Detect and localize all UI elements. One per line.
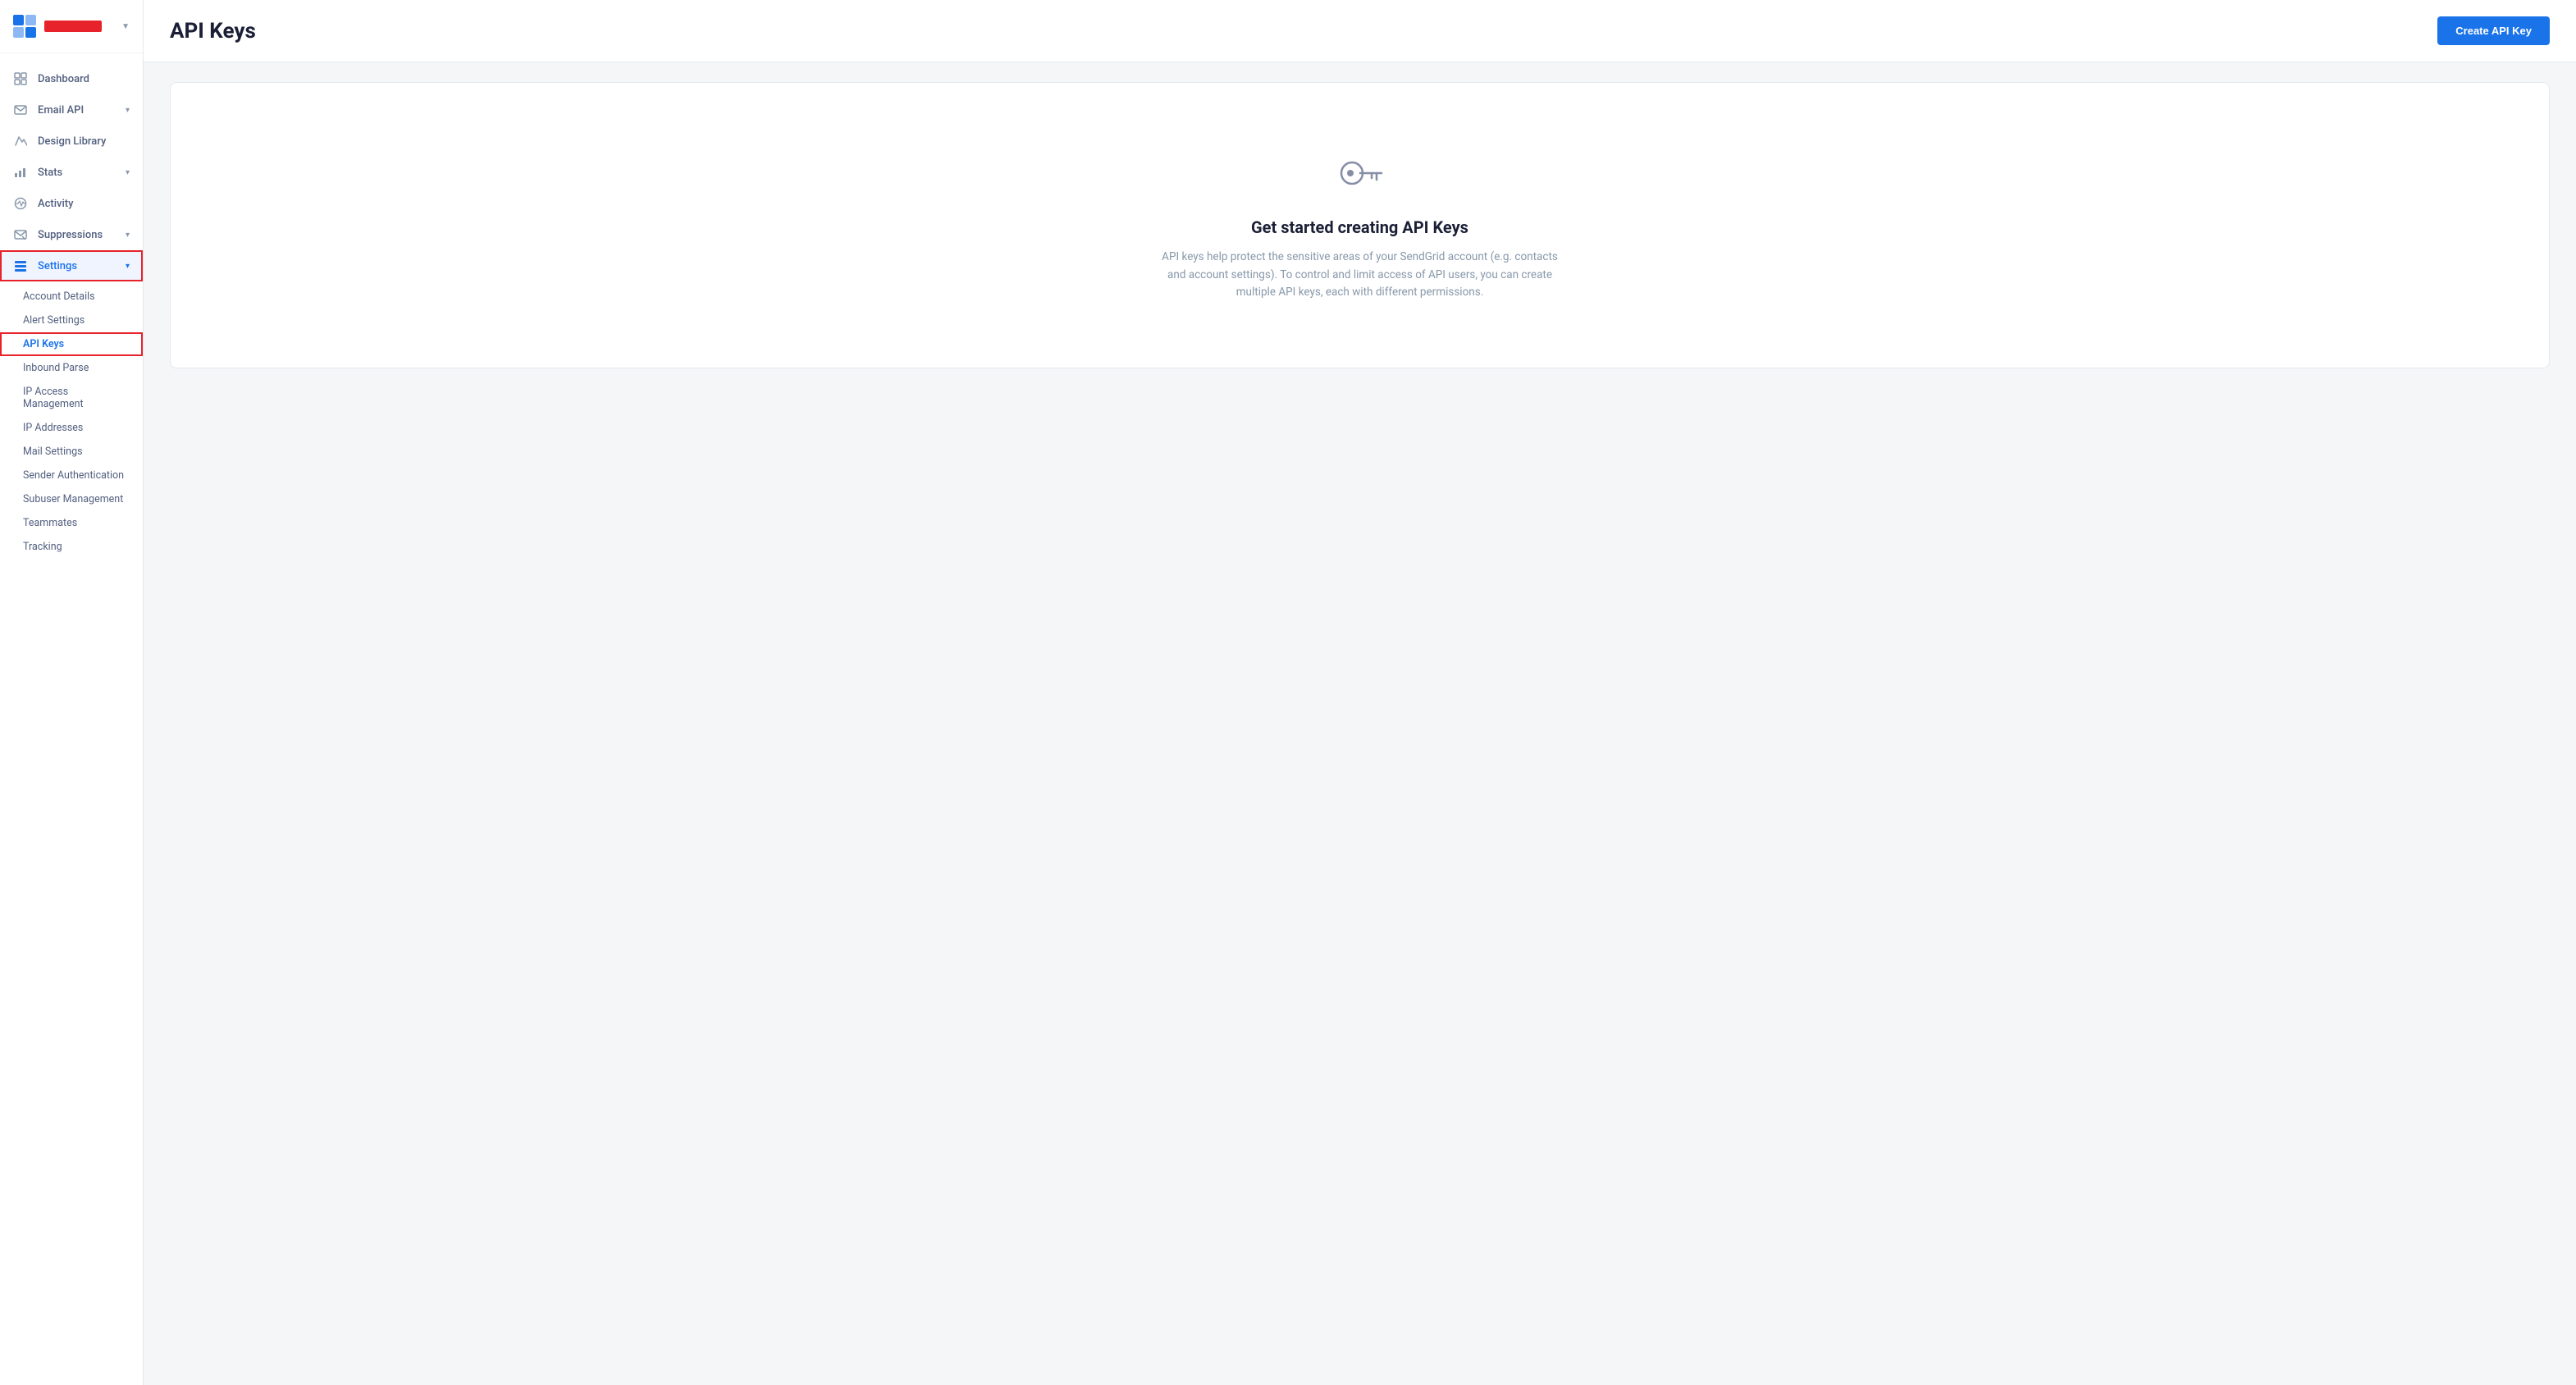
page-title: API Keys — [170, 19, 256, 43]
empty-state-description: API keys help protect the sensitive area… — [1155, 249, 1565, 302]
sidebar-item-email-api-label: Email API — [38, 104, 84, 117]
sidebar-item-stats[interactable]: Stats ▾ — [0, 157, 143, 188]
activity-icon — [13, 196, 28, 211]
sidebar-item-settings[interactable]: Settings ▾ — [0, 250, 143, 281]
sidebar-item-design-library[interactable]: Design Library — [0, 126, 143, 157]
settings-chevron: ▾ — [126, 262, 130, 271]
email-api-icon — [13, 103, 28, 117]
empty-state-card: Get started creating API Keys API keys h… — [170, 82, 2550, 368]
sidebar-item-stats-label: Stats — [38, 167, 62, 179]
sub-nav-item-ip-addresses[interactable]: IP Addresses — [0, 416, 143, 440]
suppressions-chevron: ▾ — [126, 231, 130, 240]
create-api-key-button[interactable]: Create API Key — [2437, 16, 2550, 45]
dashboard-icon — [13, 71, 28, 86]
empty-state-title: Get started creating API Keys — [1251, 217, 1468, 237]
settings-sub-nav: Account Details Alert Settings API Keys … — [0, 281, 143, 562]
sidebar-item-activity-label: Activity — [38, 198, 74, 210]
sub-nav-item-account-details[interactable]: Account Details — [0, 285, 143, 309]
sub-nav-item-alert-settings[interactable]: Alert Settings — [0, 309, 143, 332]
sidebar: ▼ Dashboard Email API — [0, 0, 144, 1385]
key-icon — [1334, 149, 1386, 201]
sidebar-item-suppressions[interactable]: Suppressions ▾ — [0, 219, 143, 250]
content-area: Get started creating API Keys API keys h… — [144, 62, 2576, 1385]
logo-icon — [13, 15, 36, 38]
sub-nav-item-inbound-parse[interactable]: Inbound Parse — [0, 356, 143, 380]
design-library-icon — [13, 134, 28, 149]
sub-nav-item-teammates[interactable]: Teammates — [0, 511, 143, 535]
sidebar-item-activity[interactable]: Activity — [0, 188, 143, 219]
sub-nav-item-sender-authentication[interactable]: Sender Authentication — [0, 464, 143, 487]
settings-icon — [13, 258, 28, 273]
sub-nav-item-tracking[interactable]: Tracking — [0, 535, 143, 559]
email-api-chevron: ▾ — [126, 106, 130, 115]
sidebar-item-suppressions-label: Suppressions — [38, 229, 103, 241]
sub-nav-item-api-keys[interactable]: API Keys — [0, 332, 143, 356]
suppressions-icon — [13, 227, 28, 242]
sub-nav-item-subuser-management[interactable]: Subuser Management — [0, 487, 143, 511]
sidebar-item-settings-label: Settings — [38, 260, 77, 272]
brand-name — [44, 21, 102, 32]
stats-chevron: ▾ — [126, 168, 130, 177]
sidebar-item-email-api[interactable]: Email API ▾ — [0, 94, 143, 126]
stats-icon — [13, 165, 28, 180]
sidebar-item-dashboard-label: Dashboard — [38, 73, 89, 85]
logo-area: ▼ — [0, 0, 143, 53]
sub-nav-item-ip-access-management[interactable]: IP Access Management — [0, 380, 143, 416]
main-content: API Keys Create API Key Get started crea… — [144, 0, 2576, 1385]
logo-chevron: ▼ — [121, 22, 130, 31]
sub-nav-item-mail-settings[interactable]: Mail Settings — [0, 440, 143, 464]
sidebar-item-design-library-label: Design Library — [38, 135, 106, 148]
page-header: API Keys Create API Key — [144, 0, 2576, 62]
sidebar-item-dashboard[interactable]: Dashboard — [0, 63, 143, 94]
main-nav: Dashboard Email API ▾ Design Library — [0, 53, 143, 1385]
